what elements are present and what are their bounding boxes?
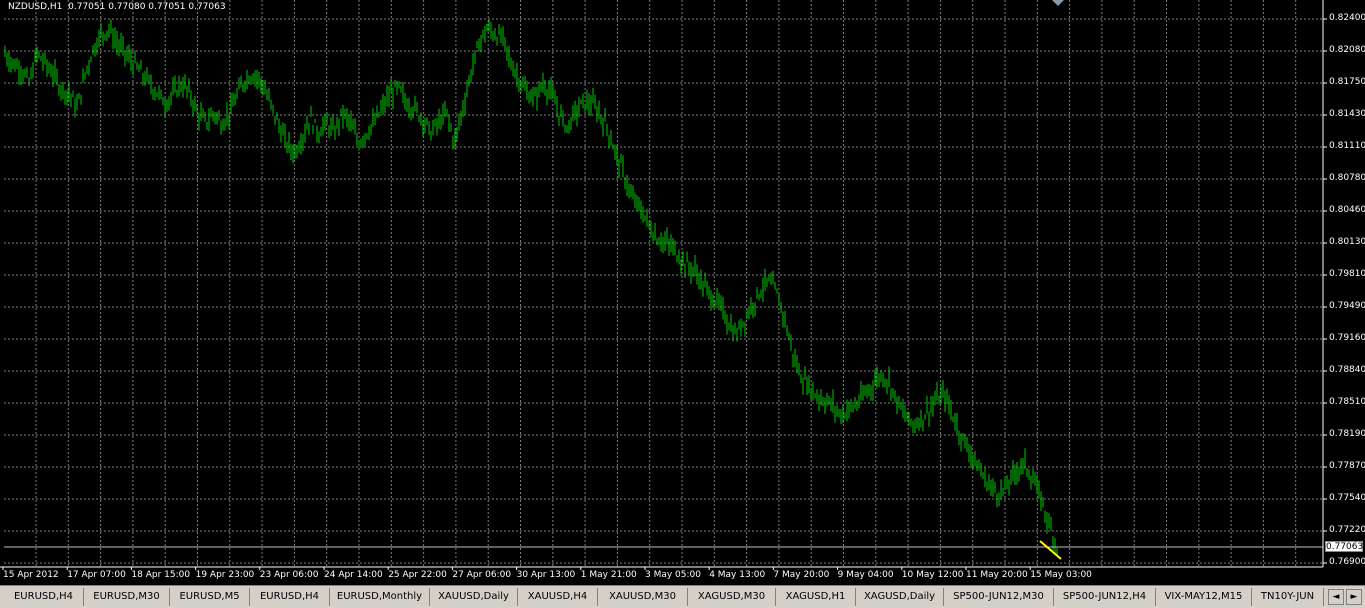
price-axis-label: 0.79160 (1329, 333, 1365, 343)
price-axis-label: 0.80460 (1329, 205, 1365, 215)
chart-tab[interactable]: XAUUSD,Daily (430, 588, 518, 606)
time-axis-label: 25 Apr 22:00 (388, 570, 447, 580)
chart-shift-marker-icon[interactable] (1052, 0, 1064, 6)
time-axis-label: 24 Apr 14:00 (324, 570, 383, 580)
chart-tab[interactable]: EURUSD,M5 (170, 588, 250, 606)
chart-tab[interactable]: TN10Y-JUN (1252, 588, 1324, 606)
chart-tab[interactable]: XAUUSD,M30 (598, 588, 688, 606)
tab-scroll-right-button[interactable]: ► (1346, 589, 1362, 605)
time-axis-label: 7 May 20:00 (773, 570, 830, 580)
chart-tab[interactable]: SP500-JUN12,M30 (944, 588, 1054, 606)
price-axis-label: 0.82080 (1329, 45, 1365, 55)
chart-tab[interactable]: SP500-JUN12,H4 (1054, 588, 1156, 606)
chart-tab[interactable]: EURUSD,Monthly (330, 588, 430, 606)
price-axis-label: 0.76900 (1329, 557, 1365, 567)
price-axis-label: 0.78190 (1329, 429, 1365, 439)
current-price-label: 0.77063 (1325, 541, 1364, 552)
chart-tab[interactable]: XAGUSD,M30 (688, 588, 776, 606)
price-axis-label: 0.80130 (1329, 237, 1365, 247)
price-axis-label: 0.81430 (1329, 109, 1365, 119)
chart-tabs-bar: EURUSD,H4 EURUSD,M30 EURUSD,M5 EURUSD,H4 EUR… (0, 585, 1365, 608)
price-axis-label: 0.77220 (1329, 525, 1365, 535)
time-axis-label: 9 May 04:00 (837, 570, 894, 580)
time-axis-label: 19 Apr 23:00 (195, 570, 255, 580)
chart-tab[interactable]: XAGUSD,H1 (776, 588, 856, 606)
time-axis-label: 30 Apr 13:00 (516, 570, 576, 580)
time-axis-label: 18 Apr 15:00 (131, 570, 191, 580)
chart-tab[interactable]: VIX-MAY12,M15 (1156, 588, 1252, 606)
chart-tab[interactable]: EURUSD,M30 (84, 588, 170, 606)
price-axis-label: 0.78840 (1329, 365, 1365, 375)
price-axis-label: 0.80780 (1329, 173, 1365, 183)
price-axis-label: 0.77540 (1329, 493, 1365, 503)
price-axis-label: 0.81750 (1329, 77, 1365, 87)
time-axis-label: 3 May 05:00 (645, 570, 701, 580)
price-axis-label: 0.79810 (1329, 269, 1365, 279)
time-axis-label: 11 May 20:00 (966, 570, 1028, 580)
chart-tab[interactable]: XAGUSD,Daily (856, 588, 944, 606)
price-axis-label: 0.78510 (1329, 397, 1365, 407)
symbol-info-label: NZDUSD,H1 0.77051 0.77080 0.77051 0.7706… (8, 2, 226, 12)
price-axis-label: 0.81110 (1329, 141, 1365, 151)
tab-scroll-left-button[interactable]: ◄ (1328, 589, 1344, 605)
chart-tab[interactable]: EURUSD,H4 (4, 588, 84, 606)
time-axis-label: 17 Apr 07:00 (67, 570, 126, 580)
chart-tab[interactable]: XAUUSD,H4 (518, 588, 598, 606)
time-axis-label: 15 Apr 2012 (3, 570, 59, 580)
time-axis-label: 4 May 13:00 (709, 570, 766, 580)
time-axis-label: 1 May 21:00 (580, 570, 637, 580)
time-axis-label: 23 Apr 06:00 (259, 570, 319, 580)
chart-canvas[interactable] (0, 0, 1365, 584)
price-axis-label: 0.79490 (1329, 301, 1365, 311)
price-axis-label: 0.82400 (1329, 13, 1365, 23)
price-axis-label: 0.77870 (1329, 461, 1365, 471)
time-axis-label: 27 Apr 06:00 (452, 570, 512, 580)
price-chart[interactable]: NZDUSD,H1 0.77051 0.77080 0.77051 0.7706… (0, 0, 1365, 584)
terminal-window: NZDUSD,H1 0.77051 0.77080 0.77051 0.7706… (0, 0, 1365, 608)
chart-tab[interactable]: EURUSD,H4 (250, 588, 330, 606)
time-axis-label: 15 May 03:00 (1030, 570, 1092, 580)
time-axis-label: 10 May 12:00 (901, 570, 964, 580)
